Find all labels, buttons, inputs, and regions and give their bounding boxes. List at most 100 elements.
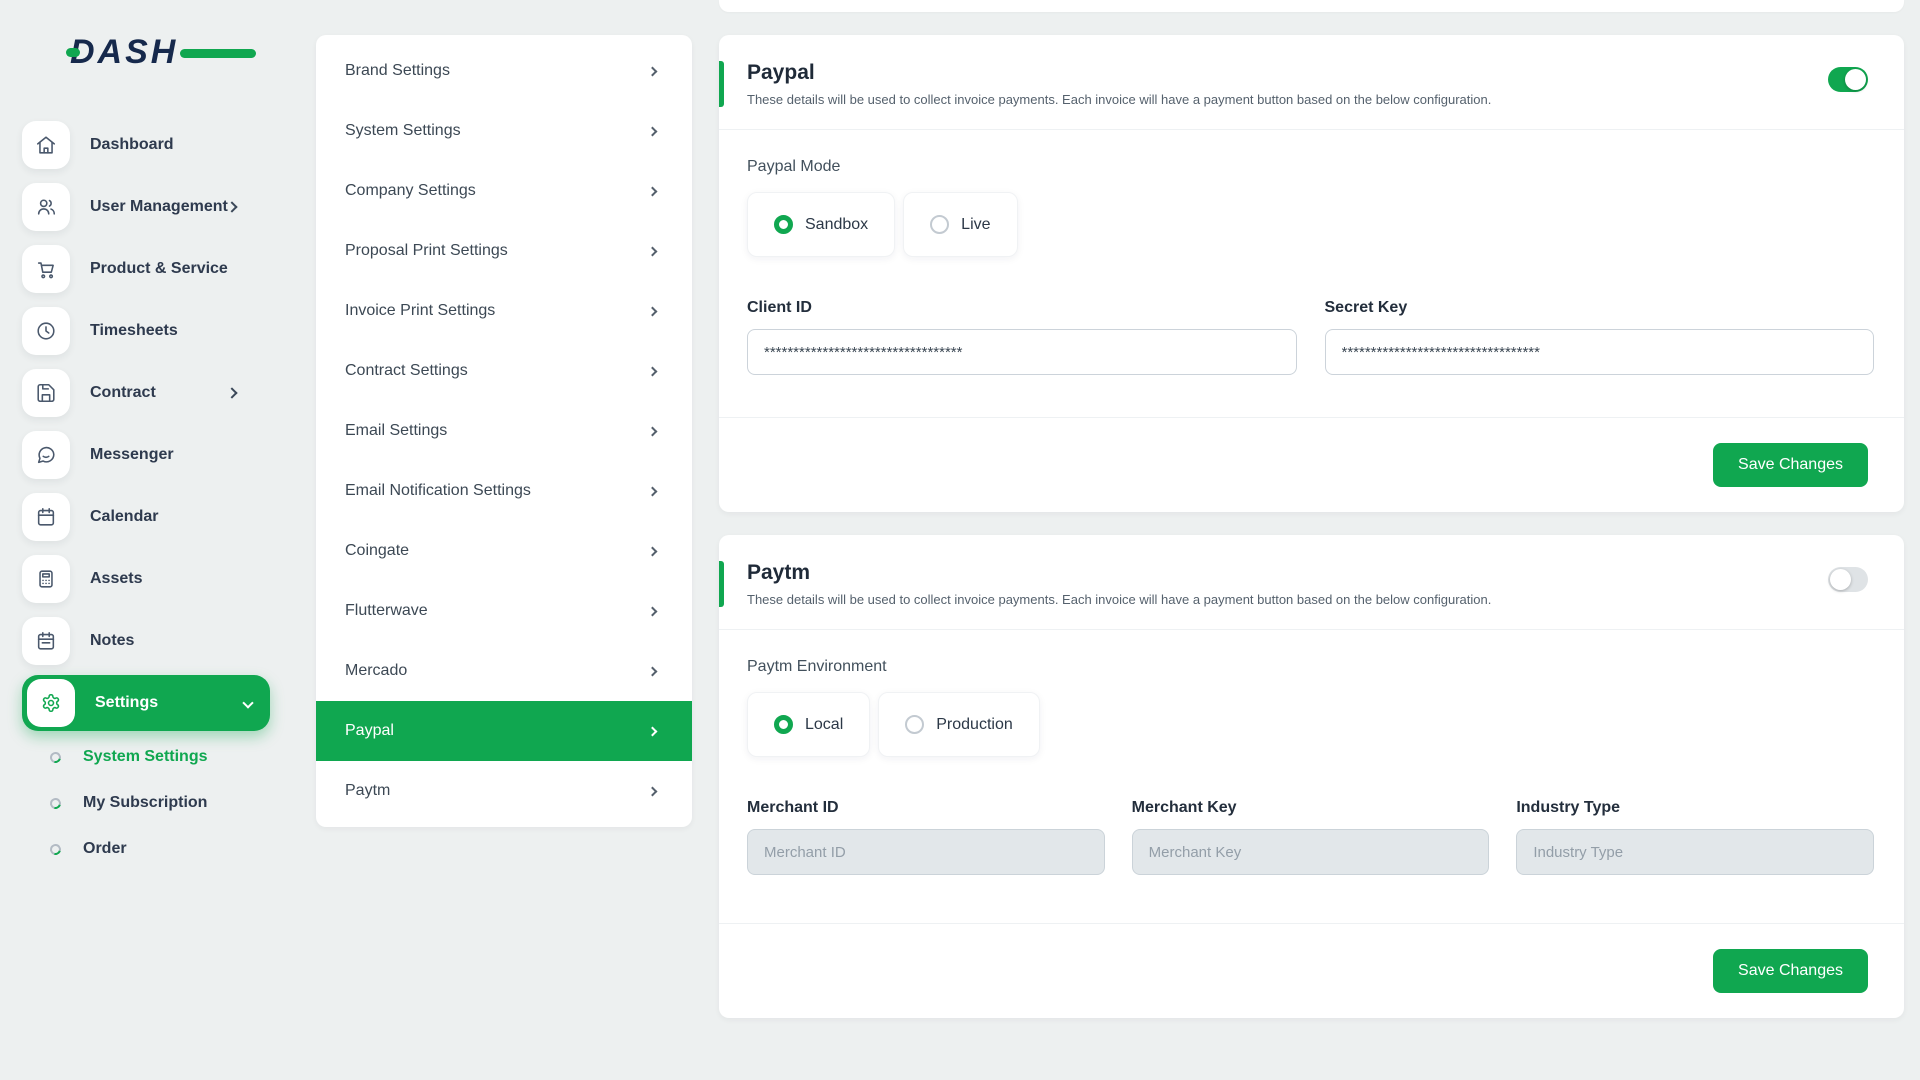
paypal-card-footer: Save Changes	[719, 417, 1904, 512]
secret-key-group: Secret Key	[1325, 299, 1875, 375]
settings-menu-panel: Brand Settings System Settings Company S…	[316, 35, 692, 827]
settings-menu-item-proposal-print-settings[interactable]: Proposal Print Settings	[316, 221, 692, 281]
sidebar-item-contract[interactable]: Contract	[22, 362, 270, 424]
settings-menu-item-brand-settings[interactable]: Brand Settings	[316, 41, 692, 101]
settings-subnav: System Settings My Subscription Order	[50, 748, 290, 858]
merchant-key-input[interactable]	[1132, 829, 1490, 875]
subnav-item-my-subscription[interactable]: My Subscription	[50, 794, 290, 812]
notes-icon	[22, 617, 70, 665]
paytm-card-header: Paytm These details will be used to coll…	[719, 535, 1904, 629]
chevron-right-icon	[648, 366, 658, 376]
settings-menu-item-contract-settings[interactable]: Contract Settings	[316, 341, 692, 401]
sidebar-item-label: Notes	[90, 632, 134, 650]
chevron-right-icon	[226, 201, 237, 212]
chevron-down-icon	[244, 694, 252, 712]
secret-key-input[interactable]	[1325, 329, 1875, 375]
settings-menu-label: Paypal	[345, 722, 394, 740]
sidebar-item-notes[interactable]: Notes	[22, 610, 270, 672]
sidebar-item-label: User Management	[90, 198, 228, 216]
paytm-fields: Merchant ID Merchant Key Industry Type	[719, 793, 1904, 923]
radio-option-local[interactable]: Local	[747, 692, 870, 757]
calendar-icon	[22, 493, 70, 541]
sidebar-item-user-management[interactable]: User Management	[22, 176, 270, 238]
chevron-right-icon	[648, 126, 658, 136]
settings-menu-label: Brand Settings	[345, 62, 450, 80]
sidebar-nav: Dashboard User Management Product & Serv…	[22, 114, 290, 734]
settings-menu-label: Email Notification Settings	[345, 482, 531, 500]
settings-menu-item-paytm[interactable]: Paytm	[316, 761, 692, 821]
chevron-right-icon	[648, 306, 658, 316]
client-id-input[interactable]	[747, 329, 1297, 375]
app-logo[interactable]: DASH	[70, 30, 230, 74]
settings-menu-item-email-settings[interactable]: Email Settings	[316, 401, 692, 461]
settings-menu-item-paypal[interactable]: Paypal	[316, 701, 692, 761]
merchant-id-label: Merchant ID	[747, 799, 1105, 817]
chevron-right-icon	[648, 606, 658, 616]
radio-option-label: Production	[936, 716, 1013, 734]
paypal-card: Paypal These details will be used to col…	[719, 35, 1904, 512]
sidebar-item-settings[interactable]: Settings	[22, 675, 270, 731]
sidebar-item-messenger[interactable]: Messenger	[22, 424, 270, 486]
chevron-right-icon	[648, 726, 658, 736]
radio-option-label: Local	[805, 716, 843, 734]
paypal-toggle[interactable]	[1828, 67, 1868, 92]
paytm-environment-radio-group: Local Production	[747, 692, 1874, 757]
sidebar-item-label: Dashboard	[90, 136, 174, 154]
settings-menu-item-flutterwave[interactable]: Flutterwave	[316, 581, 692, 641]
bullet-ring-icon	[48, 749, 63, 764]
sidebar-item-label: Contract	[90, 384, 156, 402]
industry-type-group: Industry Type	[1516, 799, 1874, 875]
paytm-save-button[interactable]: Save Changes	[1713, 949, 1868, 993]
radio-selected-icon	[774, 215, 793, 234]
settings-menu-label: Company Settings	[345, 182, 476, 200]
paytm-toggle[interactable]	[1828, 567, 1868, 592]
sidebar: DASH Dashboard User Management Product &…	[0, 0, 290, 1080]
settings-menu-item-invoice-print-settings[interactable]: Invoice Print Settings	[316, 281, 692, 341]
settings-menu-item-company-settings[interactable]: Company Settings	[316, 161, 692, 221]
merchant-id-input[interactable]	[747, 829, 1105, 875]
paypal-mode-radio-group: Sandbox Live	[747, 192, 1874, 257]
paytm-title: Paytm	[747, 561, 1868, 585]
radio-option-sandbox[interactable]: Sandbox	[747, 192, 895, 257]
radio-option-live[interactable]: Live	[903, 192, 1017, 257]
paytm-card: Paytm These details will be used to coll…	[719, 535, 1904, 1018]
sidebar-item-label: Assets	[90, 570, 142, 588]
settings-menu-item-coingate[interactable]: Coingate	[316, 521, 692, 581]
radio-unselected-icon	[930, 215, 949, 234]
chevron-right-icon	[226, 387, 237, 398]
settings-menu-item-email-notification-settings[interactable]: Email Notification Settings	[316, 461, 692, 521]
sidebar-item-assets[interactable]: Assets	[22, 548, 270, 610]
sidebar-item-product-service[interactable]: Product & Service	[22, 238, 270, 300]
toggle-knob	[1830, 569, 1851, 590]
merchant-key-label: Merchant Key	[1132, 799, 1490, 817]
sidebar-item-calendar[interactable]: Calendar	[22, 486, 270, 548]
paypal-card-header: Paypal These details will be used to col…	[719, 35, 1904, 129]
settings-menu-item-system-settings[interactable]: System Settings	[316, 101, 692, 161]
chevron-right-icon	[648, 486, 658, 496]
main-content: Paypal These details will be used to col…	[719, 0, 1904, 1018]
settings-menu-label: System Settings	[345, 122, 461, 140]
chevron-right-icon	[648, 786, 658, 796]
paypal-save-button[interactable]: Save Changes	[1713, 443, 1868, 487]
logo-dot	[66, 48, 80, 57]
bullet-ring-icon	[48, 841, 63, 856]
sidebar-item-dashboard[interactable]: Dashboard	[22, 114, 270, 176]
radio-option-label: Live	[961, 216, 990, 234]
subnav-item-order[interactable]: Order	[50, 840, 290, 858]
merchant-id-group: Merchant ID	[747, 799, 1105, 875]
sidebar-item-timesheets[interactable]: Timesheets	[22, 300, 270, 362]
chevron-right-icon	[648, 546, 658, 556]
radio-option-production[interactable]: Production	[878, 692, 1040, 757]
paytm-description: These details will be used to collect in…	[747, 592, 1868, 607]
chevron-right-icon	[648, 426, 658, 436]
merchant-key-group: Merchant Key	[1132, 799, 1490, 875]
paypal-mode-label: Paypal Mode	[747, 158, 1874, 176]
paypal-title: Paypal	[747, 61, 1868, 85]
accent-bar	[719, 61, 724, 107]
settings-menu-label: Coingate	[345, 542, 409, 560]
radio-option-label: Sandbox	[805, 216, 868, 234]
settings-menu-item-mercado[interactable]: Mercado	[316, 641, 692, 701]
settings-menu-label: Contract Settings	[345, 362, 468, 380]
subnav-item-system-settings[interactable]: System Settings	[50, 748, 290, 766]
industry-type-input[interactable]	[1516, 829, 1874, 875]
